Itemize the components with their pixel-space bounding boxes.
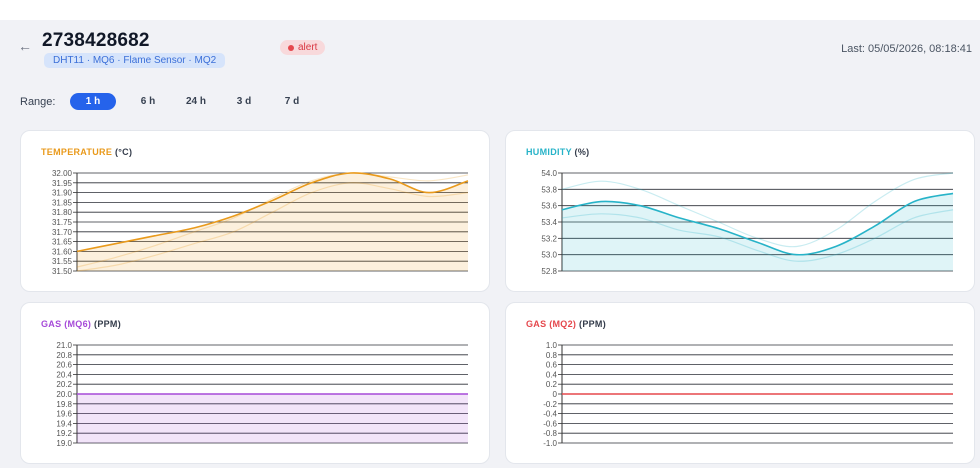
y-tick-label: 1.0 [546,341,558,350]
gas-mq2-chart: 1.00.80.60.40.20-0.2-0.4-0.6-0.8-1.0 [543,341,953,448]
y-tick-label: 0.8 [546,351,558,360]
range-option-3d[interactable]: 3 d [220,93,268,110]
y-tick-label: 20.8 [56,351,72,360]
status-badge: alert [280,40,326,55]
range-option-7d[interactable]: 7 d [268,93,316,110]
y-tick-label: 31.85 [52,198,73,207]
y-tick-label: -0.2 [543,400,557,409]
alert-dot-icon [288,44,294,51]
y-tick-label: 20.4 [56,370,72,379]
y-tick-label: 0.2 [546,380,558,389]
y-tick-label: 21.0 [56,341,72,350]
y-tick-label: 19.0 [56,439,72,448]
y-tick-label: -0.6 [543,419,557,428]
y-tick-label: 31.55 [52,257,73,266]
range-label: Range: [20,96,56,108]
y-tick-label: 31.60 [52,247,73,256]
range-selector: 1 h 6 h 24 h 3 d 7 d [70,93,316,110]
y-tick-label: 53.2 [541,234,557,243]
y-tick-label: 53.8 [541,185,557,194]
y-tick-label: 19.6 [56,410,72,419]
y-tick-label: 54.0 [541,169,557,178]
back-arrow-icon[interactable]: ← [18,38,32,54]
y-tick-label: 53.0 [541,251,557,260]
range-option-1h[interactable]: 1 h [70,93,116,110]
status-badge-label: alert [298,42,318,53]
temperature-chart: 32.0031.9531.9031.8531.8031.7531.7031.65… [52,169,469,276]
gas-mq6-chart: 21.020.820.620.420.220.019.819.619.419.2… [56,341,468,448]
series-area [562,193,953,271]
y-tick-label: 20.6 [56,361,72,370]
y-tick-label: 20.0 [56,390,72,399]
y-tick-label: 0.6 [546,361,558,370]
y-tick-label: 0.4 [546,370,558,379]
y-tick-label: 52.8 [541,267,557,276]
y-tick-label: 31.80 [52,208,73,217]
y-tick-label: 31.50 [52,267,73,276]
y-tick-label: -0.4 [543,410,557,419]
y-tick-label: 53.6 [541,202,557,211]
series-area [77,394,468,443]
y-tick-label: -0.8 [543,429,557,438]
humidity-chart-card: HUMIDITY (%) 54.0 53.8 53.6 53.4 53.2 53.0 52.… [505,130,975,292]
y-tick-label: 31.95 [52,179,73,188]
y-tick-label: -1.0 [543,439,557,448]
sensor-list-badge: DHT11 · MQ6 · Flame Sensor · MQ2 [44,53,226,68]
range-option-24h[interactable]: 24 h [172,93,220,110]
temperature-chart-card: TEMPERATURE (°C) 32.00 31.95 31.90 31.85 31.… [20,130,490,292]
y-tick-label: 32.00 [52,169,73,178]
last-updated: Last: 05/05/2026, 08:18:41 [841,43,972,55]
gas-mq6-chart-card: GAS (MQ6) (PPM) 21.0 20.8 20.6 20.4 20.2 20.0… [20,302,490,464]
y-tick-label: 19.2 [56,429,72,438]
y-tick-label: 0 [553,390,558,399]
y-tick-label: 31.90 [52,189,73,198]
y-tick-label: 31.65 [52,238,73,247]
gas-mq2-chart-card: GAS (MQ2) (PPM) 1.0 0.8 0.6 0.4 0.2 0 -0.2 -0.4… [505,302,975,464]
range-option-6h[interactable]: 6 h [124,93,172,110]
y-tick-label: 19.8 [56,400,72,409]
y-tick-label: 53.4 [541,218,557,227]
device-id-title: 2738428682 [42,30,150,51]
top-bar [0,0,980,20]
y-tick-label: 19.4 [56,419,72,428]
y-tick-label: 31.75 [52,218,73,227]
y-tick-label: 31.70 [52,228,73,237]
humidity-chart: 54.0 53.8 53.6 53.4 53.2 53.0 52.8 [541,169,954,276]
y-tick-label: 20.2 [56,380,72,389]
